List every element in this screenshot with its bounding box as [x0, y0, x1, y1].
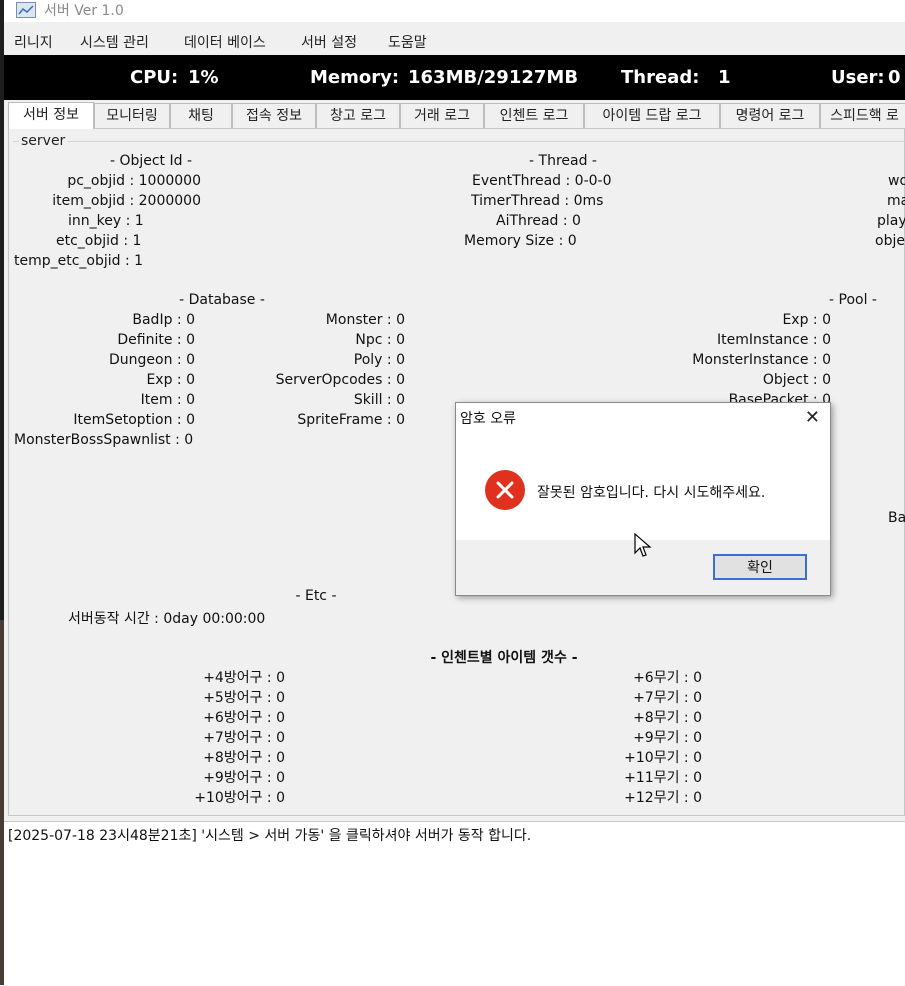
pool-row: ItemInstance : 0	[717, 332, 831, 348]
tab-monitoring[interactable]: 모니터링	[94, 103, 170, 128]
tab-command-log[interactable]: 명령어 로그	[720, 103, 820, 128]
database-row: Poly : 0	[353, 352, 405, 368]
ok-button[interactable]: 확인	[713, 554, 807, 580]
log-area[interactable]: [2025-07-18 23시48분21초] '시스템 > 서버 가동' 을 클…	[4, 821, 905, 986]
etc-header: - Etc -	[295, 588, 337, 604]
mouse-cursor-icon	[634, 532, 652, 563]
tab-item-drop-log[interactable]: 아이템 드랍 로그	[584, 103, 720, 128]
armor-row: +10방어구 : 0	[194, 790, 285, 806]
object-id-row: pc_objid : 1000000	[67, 173, 201, 189]
database-row: SpriteFrame : 0	[297, 412, 405, 428]
tab-chat[interactable]: 채팅	[170, 103, 232, 128]
app-chart-icon	[16, 2, 36, 18]
cpu-value: 1%	[188, 67, 219, 88]
tab-speedhack-log[interactable]: 스피드핵 로	[820, 103, 905, 128]
thread-row: AiThread : 0	[496, 213, 581, 229]
thread-row: TimerThread : 0ms	[471, 193, 604, 209]
tab-enchant-log[interactable]: 인첸트 로그	[484, 103, 584, 128]
group-label: server	[19, 133, 68, 149]
clipped-label: play	[877, 213, 905, 229]
database-row: Definite : 0	[117, 332, 195, 348]
object-id-row: item_objid : 2000000	[52, 193, 201, 209]
close-icon[interactable]: ✕	[805, 407, 820, 428]
thread-header: - Thread -	[529, 153, 597, 169]
database-row: MonsterBossSpawnlist : 0	[14, 432, 194, 448]
database-row: ItemSetoption : 0	[73, 412, 195, 428]
object-id-row: inn_key : 1	[68, 213, 144, 229]
menu-help[interactable]: 도움말	[388, 32, 427, 52]
armor-row: +7방어구 : 0	[203, 730, 285, 746]
tab-strip: 서버 정보 모니터링 채팅 접속 정보 창고 로그 거래 로그 인첸트 로그 아…	[4, 102, 905, 129]
cpu-label: CPU:	[130, 67, 179, 88]
thread-row: EventThread : 0-0-0	[472, 173, 612, 189]
weapon-row: +6무기 : 0	[633, 670, 702, 686]
weapon-row: +11무기 : 0	[624, 770, 702, 786]
menu-bar: 리니지 시스템 관리 데이터 베이스 서버 설정 도움말	[4, 28, 905, 54]
clipped-label: ma	[887, 193, 905, 209]
armor-row: +9방어구 : 0	[203, 770, 285, 786]
password-error-dialog: 암호 오류 ✕ 잘못된 암호입니다. 다시 시도해주세요. 확인	[455, 402, 831, 596]
armor-row: +5방어구 : 0	[203, 690, 285, 706]
thread-row: Memory Size : 0	[464, 233, 577, 249]
database-row: BadIp : 0	[132, 312, 195, 328]
weapon-row: +8무기 : 0	[633, 710, 702, 726]
database-header: - Database -	[179, 292, 265, 308]
clipped-label: obje	[875, 233, 905, 249]
clipped-label: Ba	[888, 510, 905, 526]
pool-row: MonsterInstance : 0	[692, 352, 831, 368]
status-bar: CPU: 1% Memory: 163MB/29127MB Thread: 1 …	[4, 55, 905, 100]
armor-row: +8방어구 : 0	[203, 750, 285, 766]
title-bar: 서버 Ver 1.0	[4, 0, 905, 22]
tab-warehouse-log[interactable]: 창고 로그	[316, 103, 400, 128]
menu-database[interactable]: 데이터 베이스	[184, 32, 266, 52]
weapon-row: +12무기 : 0	[624, 790, 702, 806]
object-id-header: - Object Id -	[109, 153, 193, 169]
menu-lineage[interactable]: 리니지	[14, 32, 53, 52]
database-row: Monster : 0	[325, 312, 405, 328]
memory-label: Memory:	[310, 67, 400, 88]
database-row: Exp : 0	[146, 372, 195, 388]
menu-system[interactable]: 시스템 관리	[80, 32, 149, 52]
database-row: ServerOpcodes : 0	[275, 372, 405, 388]
pool-row: Exp : 0	[782, 312, 831, 328]
armor-row: +4방어구 : 0	[203, 670, 285, 686]
memory-value: 163MB/29127MB	[408, 67, 579, 88]
log-line: [2025-07-18 23시48분21초] '시스템 > 서버 가동' 을 클…	[8, 828, 532, 844]
object-id-row: temp_etc_objid : 1	[14, 253, 144, 269]
armor-row: +6방어구 : 0	[203, 710, 285, 726]
menu-server-settings[interactable]: 서버 설정	[301, 32, 357, 52]
database-row: Dungeon : 0	[109, 352, 195, 368]
weapon-row: +9무기 : 0	[633, 730, 702, 746]
dialog-body: 잘못된 암호입니다. 다시 시도해주세요.	[456, 440, 830, 540]
user-value: 0	[888, 67, 901, 88]
window-title: 서버 Ver 1.0	[44, 3, 124, 19]
clipped-label: wo	[888, 173, 905, 189]
tab-connection-info[interactable]: 접속 정보	[232, 103, 316, 128]
pool-row: Object : 0	[762, 372, 831, 388]
database-row: Npc : 0	[355, 332, 405, 348]
error-icon	[485, 470, 525, 510]
weapon-row: +10무기 : 0	[624, 750, 702, 766]
database-row: Item : 0	[140, 392, 195, 408]
uptime-text: 서버동작 시간 : 0day 00:00:00	[68, 611, 266, 627]
thread-label: Thread:	[621, 67, 700, 88]
object-id-row: etc_objid : 1	[56, 233, 142, 249]
dialog-message: 잘못된 암호입니다. 다시 시도해주세요.	[537, 485, 766, 501]
group-border	[13, 141, 905, 142]
tab-server-info[interactable]: 서버 정보	[8, 102, 94, 129]
thread-value: 1	[718, 67, 731, 88]
weapon-row: +7무기 : 0	[633, 690, 702, 706]
enchant-header: - 인첸트별 아이템 갯수 -	[430, 650, 578, 666]
user-label: User:	[831, 67, 885, 88]
pool-header: - Pool -	[829, 292, 877, 308]
dialog-title: 암호 오류	[460, 411, 516, 427]
database-row: Skill : 0	[353, 392, 405, 408]
tab-trade-log[interactable]: 거래 로그	[400, 103, 484, 128]
